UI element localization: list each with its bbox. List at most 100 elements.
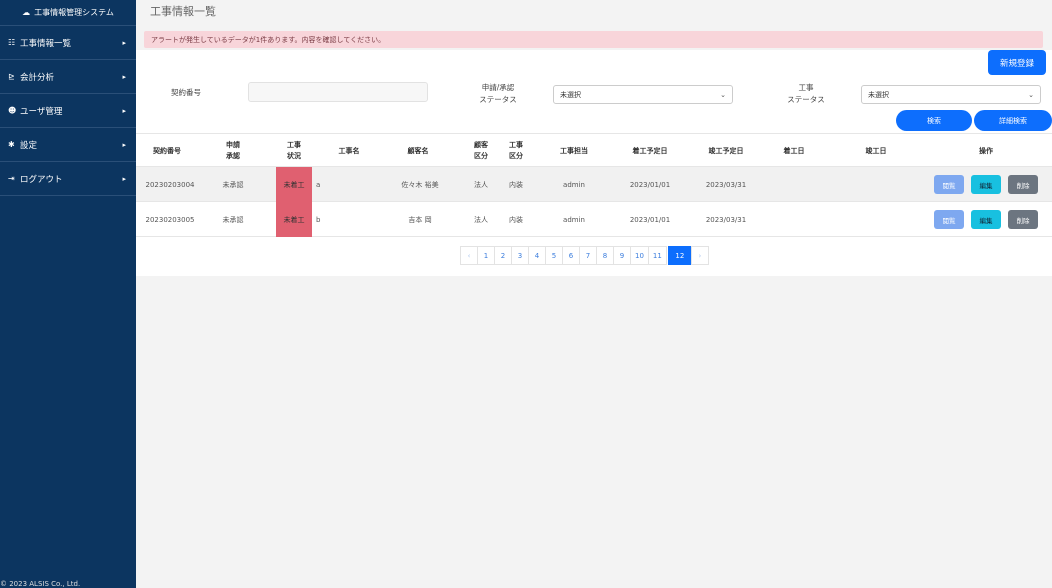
sidebar-item-label: 工事情報一覧 bbox=[20, 38, 72, 49]
cell-customer-type: 法人 bbox=[474, 215, 488, 224]
delete-button[interactable]: 削除 bbox=[1008, 175, 1038, 194]
chevron-right-icon: ▸ bbox=[122, 38, 126, 47]
cell-start-plan: 2023/01/01 bbox=[629, 215, 671, 224]
chevron-right-icon: ▸ bbox=[122, 106, 126, 115]
col-work-type-line2: 区分 bbox=[509, 152, 523, 160]
pagination-page-10[interactable]: 10 bbox=[630, 246, 649, 265]
work-status-select[interactable]: 未選択 ⌄ bbox=[861, 85, 1041, 104]
pagination-page-4[interactable]: 4 bbox=[528, 246, 546, 265]
delete-button[interactable]: 削除 bbox=[1008, 210, 1038, 229]
work-status-label: 工事 ステータス bbox=[776, 82, 836, 106]
brand[interactable]: ☁ 工事情報管理システム bbox=[0, 0, 136, 26]
work-status-label-line1: 工事 bbox=[798, 83, 814, 92]
main-content: 工事情報一覧 アラートが発生しているデータが1件あります。内容を確認してください… bbox=[136, 0, 1052, 588]
col-contract-no: 契約番号 bbox=[153, 146, 181, 155]
view-button[interactable]: 閲覧 bbox=[934, 175, 964, 194]
col-customer-type-line2: 区分 bbox=[474, 152, 488, 160]
pagination-prev[interactable]: ‹ bbox=[460, 246, 478, 265]
col-customer-type-line1: 顧客 bbox=[474, 141, 488, 149]
pagination-page-9[interactable]: 9 bbox=[613, 246, 631, 265]
col-work-name: 工事名 bbox=[338, 146, 360, 155]
col-end: 竣工日 bbox=[865, 146, 887, 155]
logout-icon: ⇥ bbox=[8, 174, 15, 183]
pagination-page-7[interactable]: 7 bbox=[579, 246, 597, 265]
construction-table: 契約番号 申請 承認 工事 状況 工事名 顧客名 顧客 区分 工事 区分 工事担… bbox=[136, 133, 1052, 237]
contract-number-input[interactable] bbox=[248, 82, 428, 102]
sidebar-item-users[interactable]: ☻ ユーザ管理 ▸ bbox=[0, 94, 136, 128]
pagination-page-12[interactable]: 12 bbox=[667, 246, 692, 265]
table-header: 契約番号 申請 承認 工事 状況 工事名 顧客名 顧客 区分 工事 区分 工事担… bbox=[136, 133, 1052, 167]
approval-status-value: 未選択 bbox=[560, 90, 581, 99]
approval-status-label-line2: ステータス bbox=[479, 95, 517, 104]
table-row[interactable]: 20230203004 未承認 未着工 a 佐々木 裕美 法人 内装 admin… bbox=[136, 167, 1052, 202]
page-title: 工事情報一覧 bbox=[150, 5, 216, 18]
edit-button[interactable]: 編集 bbox=[971, 175, 1001, 194]
col-customer-type: 顧客 区分 bbox=[468, 134, 494, 168]
cell-approval: 未承認 bbox=[222, 180, 244, 189]
pagination-page-6[interactable]: 6 bbox=[562, 246, 580, 265]
approval-status-select[interactable]: 未選択 ⌄ bbox=[553, 85, 733, 104]
col-work-status-line1: 工事 bbox=[287, 141, 301, 149]
cell-customer-type: 法人 bbox=[474, 180, 488, 189]
row-actions: 閲覧 編集 削除 bbox=[934, 167, 1038, 202]
pagination-page-5[interactable]: 5 bbox=[545, 246, 563, 265]
gear-icon: ✱ bbox=[8, 140, 15, 149]
col-approval-line2: 承認 bbox=[226, 152, 240, 160]
content-panel: 新規登録 契約番号 申請/承認 ステータス 未選択 ⌄ 工事 ステータス 未選択… bbox=[136, 50, 1052, 276]
users-icon: ☻ bbox=[8, 106, 17, 115]
sidebar-item-accounting[interactable]: ⊵ 会計分析 ▸ bbox=[0, 60, 136, 94]
chevron-down-icon: ⌄ bbox=[1028, 90, 1034, 99]
col-start: 着工日 bbox=[783, 146, 805, 155]
approval-status-label-line1: 申請/承認 bbox=[481, 83, 515, 92]
cell-work-name: a bbox=[316, 180, 321, 189]
col-manager: 工事担当 bbox=[560, 146, 588, 155]
advanced-search-button[interactable]: 詳細検索 bbox=[974, 110, 1052, 131]
sidebar-item-construction-list[interactable]: ☷ 工事情報一覧 ▸ bbox=[0, 26, 136, 60]
cell-end-plan: 2023/03/31 bbox=[705, 180, 747, 189]
brand-title: 工事情報管理システム bbox=[34, 8, 114, 17]
view-button[interactable]: 閲覧 bbox=[934, 210, 964, 229]
chevron-right-icon: ▸ bbox=[122, 174, 126, 183]
cell-end bbox=[858, 202, 894, 237]
alert-banner: アラートが発生しているデータが1件あります。内容を確認してください。 bbox=[144, 31, 1043, 48]
sidebar-item-logout[interactable]: ⇥ ログアウト ▸ bbox=[0, 162, 136, 196]
sidebar-item-label: 設定 bbox=[20, 140, 38, 151]
cell-contract-no: 20230203005 bbox=[145, 215, 195, 224]
cell-work-name: b bbox=[316, 215, 321, 224]
pagination-page-2[interactable]: 2 bbox=[494, 246, 512, 265]
sidebar-item-label: 会計分析 bbox=[20, 72, 55, 83]
pagination-next[interactable]: › bbox=[690, 246, 709, 265]
new-register-button[interactable]: 新規登録 bbox=[988, 50, 1046, 75]
col-work-type-line1: 工事 bbox=[509, 141, 523, 149]
cell-start-plan: 2023/01/01 bbox=[629, 180, 671, 189]
edit-button[interactable]: 編集 bbox=[971, 210, 1001, 229]
col-work-status: 工事 状況 bbox=[276, 134, 312, 168]
pagination-page-1[interactable]: 1 bbox=[477, 246, 495, 265]
chevron-right-icon: ▸ bbox=[122, 140, 126, 149]
list-icon: ☷ bbox=[8, 38, 16, 47]
pagination-page-3[interactable]: 3 bbox=[511, 246, 529, 265]
search-button[interactable]: 検索 bbox=[896, 110, 972, 131]
row-actions: 閲覧 編集 削除 bbox=[934, 202, 1038, 237]
cell-start bbox=[776, 202, 812, 237]
cell-manager: admin bbox=[563, 180, 585, 189]
cell-customer: 佐々木 裕美 bbox=[401, 180, 439, 189]
sidebar-item-label: ログアウト bbox=[20, 174, 63, 185]
cell-manager: admin bbox=[563, 215, 585, 224]
col-start-plan: 着工予定日 bbox=[632, 146, 668, 155]
sidebar: ☁ 工事情報管理システム ☷ 工事情報一覧 ▸ ⊵ 会計分析 ▸ ☻ ユーザ管理… bbox=[0, 0, 136, 588]
sidebar-item-settings[interactable]: ✱ 設定 ▸ bbox=[0, 128, 136, 162]
col-approval: 申請 承認 bbox=[218, 134, 248, 168]
cell-start bbox=[776, 167, 812, 202]
sidebar-item-label: ユーザ管理 bbox=[20, 106, 63, 117]
pagination-page-8[interactable]: 8 bbox=[596, 246, 614, 265]
chart-icon: ⊵ bbox=[8, 72, 15, 81]
status-badge: 未着工 bbox=[276, 167, 312, 202]
cell-work-type: 内装 bbox=[509, 180, 523, 189]
cell-work-type: 内装 bbox=[509, 215, 523, 224]
chevron-down-icon: ⌄ bbox=[720, 90, 726, 99]
cell-end bbox=[858, 167, 894, 202]
table-row[interactable]: 20230203005 未承認 未着工 b 吉本 岡 法人 内装 admin 2… bbox=[136, 202, 1052, 237]
pagination-page-11[interactable]: 11 bbox=[647, 246, 667, 265]
col-customer: 顧客名 bbox=[407, 146, 429, 155]
